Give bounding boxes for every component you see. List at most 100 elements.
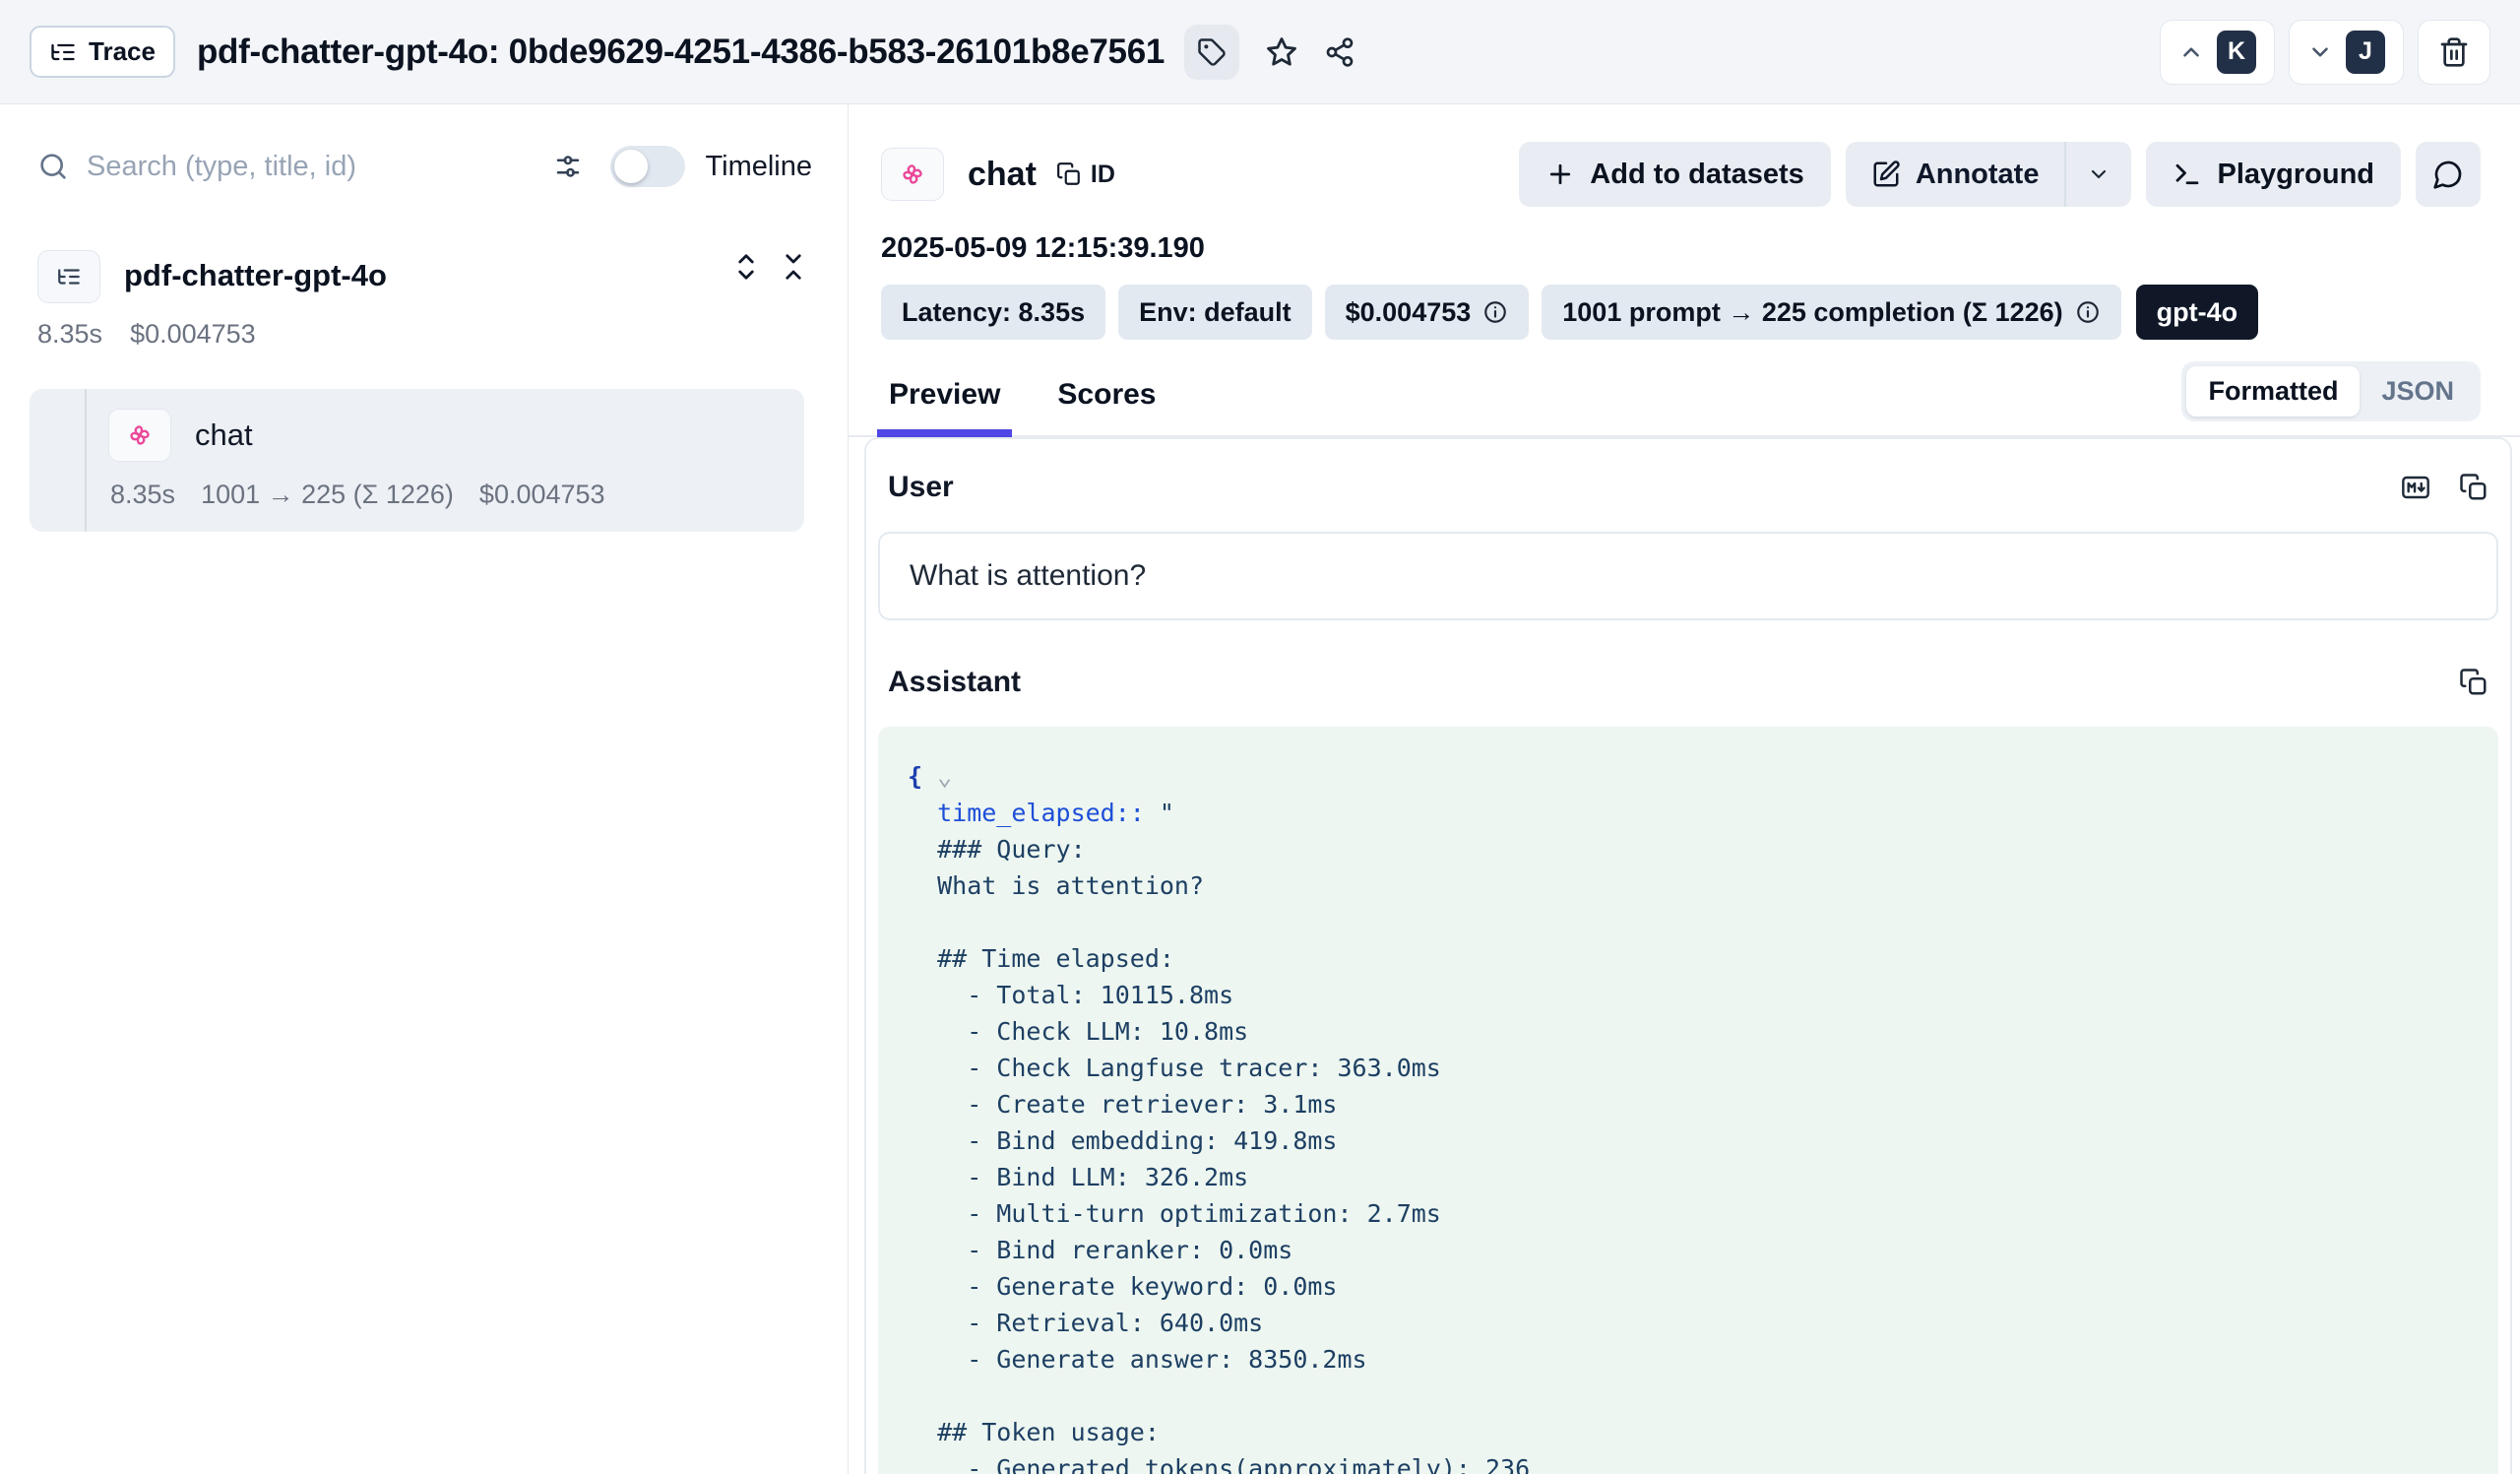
collapse-chevron-icon[interactable]: ⌄: [922, 762, 952, 791]
code-line: - Generate keyword: 0.0ms: [908, 1268, 2469, 1305]
shortcut-keycap-j: J: [2346, 31, 2385, 74]
code-line: [908, 904, 2469, 940]
page-title: pdf-chatter-gpt-4o: 0bde9629-4251-4386-b…: [197, 32, 1165, 72]
model-badge-label: gpt-4o: [2157, 297, 2237, 328]
observation-header: chat ID Add to datasets: [849, 142, 2520, 207]
chat-cost: $0.004753: [479, 480, 605, 510]
annotate-button[interactable]: Annotate: [1846, 142, 2065, 207]
user-message-box: What is attention?: [878, 532, 2498, 620]
info-icon: [2075, 299, 2101, 325]
code-line: - Multi-turn optimization: 2.7ms: [908, 1195, 2469, 1232]
tag-icon: [1197, 37, 1227, 67]
user-section-head: User: [878, 471, 2498, 504]
tab-preview[interactable]: Preview: [881, 378, 1008, 435]
tree-root-item[interactable]: pdf-chatter-gpt-4o: [24, 250, 824, 303]
assistant-section-label: Assistant: [888, 666, 1021, 699]
next-item-button[interactable]: J: [2289, 20, 2404, 85]
comments-button[interactable]: [2416, 142, 2481, 207]
annotate-split-button: Annotate: [1846, 142, 2132, 207]
code-text: - Generate answer: 8350.2ms: [908, 1345, 1367, 1374]
trace-tree: pdf-chatter-gpt-4o 8.35s $0.004753: [24, 250, 824, 532]
previous-item-button[interactable]: K: [2160, 20, 2275, 85]
copy-icon[interactable]: [2459, 473, 2488, 502]
assistant-code: { ⌄ time_elapsed:: " ### Query: What is …: [878, 727, 2498, 1474]
tree-root-name: pdf-chatter-gpt-4o: [124, 250, 387, 293]
code-line: ## Token usage:: [908, 1414, 2469, 1450]
copy-icon: [1056, 161, 1082, 187]
annotate-menu-button[interactable]: [2066, 142, 2131, 207]
code-text: - Generate keyword: 0.0ms: [908, 1272, 1338, 1301]
model-badge[interactable]: gpt-4o: [2136, 285, 2258, 340]
code-text: - Bind LLM: 326.2ms: [908, 1163, 1248, 1191]
code-line: ## Time elapsed:: [908, 940, 2469, 977]
code-text: - Bind reranker: 0.0ms: [908, 1236, 1292, 1264]
code-line: - Bind LLM: 326.2ms: [908, 1159, 2469, 1195]
chevron-up-icon: [2178, 39, 2204, 65]
assistant-section-actions: [2459, 668, 2488, 697]
search-icon: [37, 151, 69, 182]
format-option-json[interactable]: JSON: [2360, 366, 2476, 417]
code-text: - Bind embedding: 419.8ms: [908, 1126, 1338, 1155]
markdown-toggle-icon[interactable]: [2400, 472, 2431, 503]
code-text: {: [908, 762, 922, 791]
comment-bubble-icon: [2432, 159, 2464, 190]
tokens-badge-label: 1001 prompt → 225 completion (Σ 1226): [1562, 297, 2062, 328]
code-text: - Create retriever: 3.1ms: [908, 1090, 1338, 1119]
id-label: ID: [1091, 160, 1115, 189]
share-button[interactable]: [1324, 36, 1355, 68]
timeline-toggle[interactable]: [610, 146, 685, 187]
playground-button[interactable]: Playground: [2146, 142, 2401, 207]
copy-icon[interactable]: [2459, 668, 2488, 697]
search-input[interactable]: [87, 151, 530, 183]
chevron-down-icon: [2087, 162, 2110, 186]
pen-square-icon: [1871, 160, 1901, 189]
code-text: time_elapsed::: [908, 799, 1145, 827]
tokens-badge[interactable]: 1001 prompt → 225 completion (Σ 1226): [1542, 285, 2120, 340]
tab-scores[interactable]: Scores: [1049, 378, 1164, 435]
search-row: Timeline: [24, 146, 824, 187]
tree-item-chat[interactable]: chat 8.35s 1001 → 225 (Σ 1226) $0.004753: [30, 389, 804, 532]
code-line: ### Query:: [908, 831, 2469, 867]
code-text: - Retrieval: 640.0ms: [908, 1309, 1263, 1337]
root-latency: 8.35s: [37, 319, 102, 350]
delete-trace-button[interactable]: [2418, 20, 2490, 85]
code-text: What is attention?: [908, 871, 1204, 900]
env-badge: Env: default: [1118, 285, 1312, 340]
detail-tabs: Preview Scores Formatted JSON: [849, 361, 2520, 437]
tree-root-stats: 8.35s $0.004753: [24, 303, 824, 350]
chat-item-stats: 8.35s 1001 → 225 (Σ 1226) $0.004753: [30, 480, 804, 510]
add-to-datasets-label: Add to datasets: [1590, 159, 1804, 191]
code-line: - Check Langfuse tracer: 363.0ms: [908, 1050, 2469, 1086]
copy-id-button[interactable]: ID: [1056, 160, 1115, 189]
code-text: - Multi-turn optimization: 2.7ms: [908, 1199, 1441, 1228]
terminal-icon: [2173, 160, 2202, 189]
metadata-badges: Latency: 8.35s Env: default $0.004753 10…: [849, 285, 2520, 340]
observation-detail-panel: chat ID Add to datasets: [849, 104, 2520, 1474]
filter-sliders-icon[interactable]: [553, 152, 583, 181]
tree-fold-controls: [731, 250, 808, 282]
env-badge-label: Env: default: [1139, 297, 1292, 328]
collapse-all-icon[interactable]: [779, 252, 808, 282]
trace-node-badge: [37, 250, 100, 303]
format-option-formatted[interactable]: Formatted: [2186, 366, 2360, 417]
root-cost: $0.004753: [130, 319, 256, 350]
chat-tokens: 1001 → 225 (Σ 1226): [201, 480, 454, 510]
code-line: - Check LLM: 10.8ms: [908, 1013, 2469, 1050]
info-icon: [1482, 299, 1508, 325]
observation-timestamp: 2025-05-09 12:15:39.190: [849, 232, 2520, 265]
trace-type-badge: Trace: [30, 26, 175, 78]
chat-item-head: chat: [30, 409, 804, 462]
cost-badge[interactable]: $0.004753: [1325, 285, 1530, 340]
add-to-datasets-button[interactable]: Add to datasets: [1519, 142, 1831, 207]
code-text: ## Token usage:: [908, 1418, 1160, 1446]
bookmark-star-button[interactable]: [1265, 35, 1298, 69]
header-actions: Add to datasets Annotate: [1519, 142, 2481, 207]
expand-all-icon[interactable]: [731, 252, 761, 282]
cost-badge-label: $0.004753: [1346, 297, 1472, 328]
code-text: - Check LLM: 10.8ms: [908, 1017, 1248, 1046]
tags-button[interactable]: [1184, 25, 1239, 80]
user-section-label: User: [888, 471, 954, 504]
code-text: ## Time elapsed:: [908, 944, 1174, 973]
assistant-section-head: Assistant: [878, 666, 2498, 699]
share-icon: [1324, 36, 1355, 68]
